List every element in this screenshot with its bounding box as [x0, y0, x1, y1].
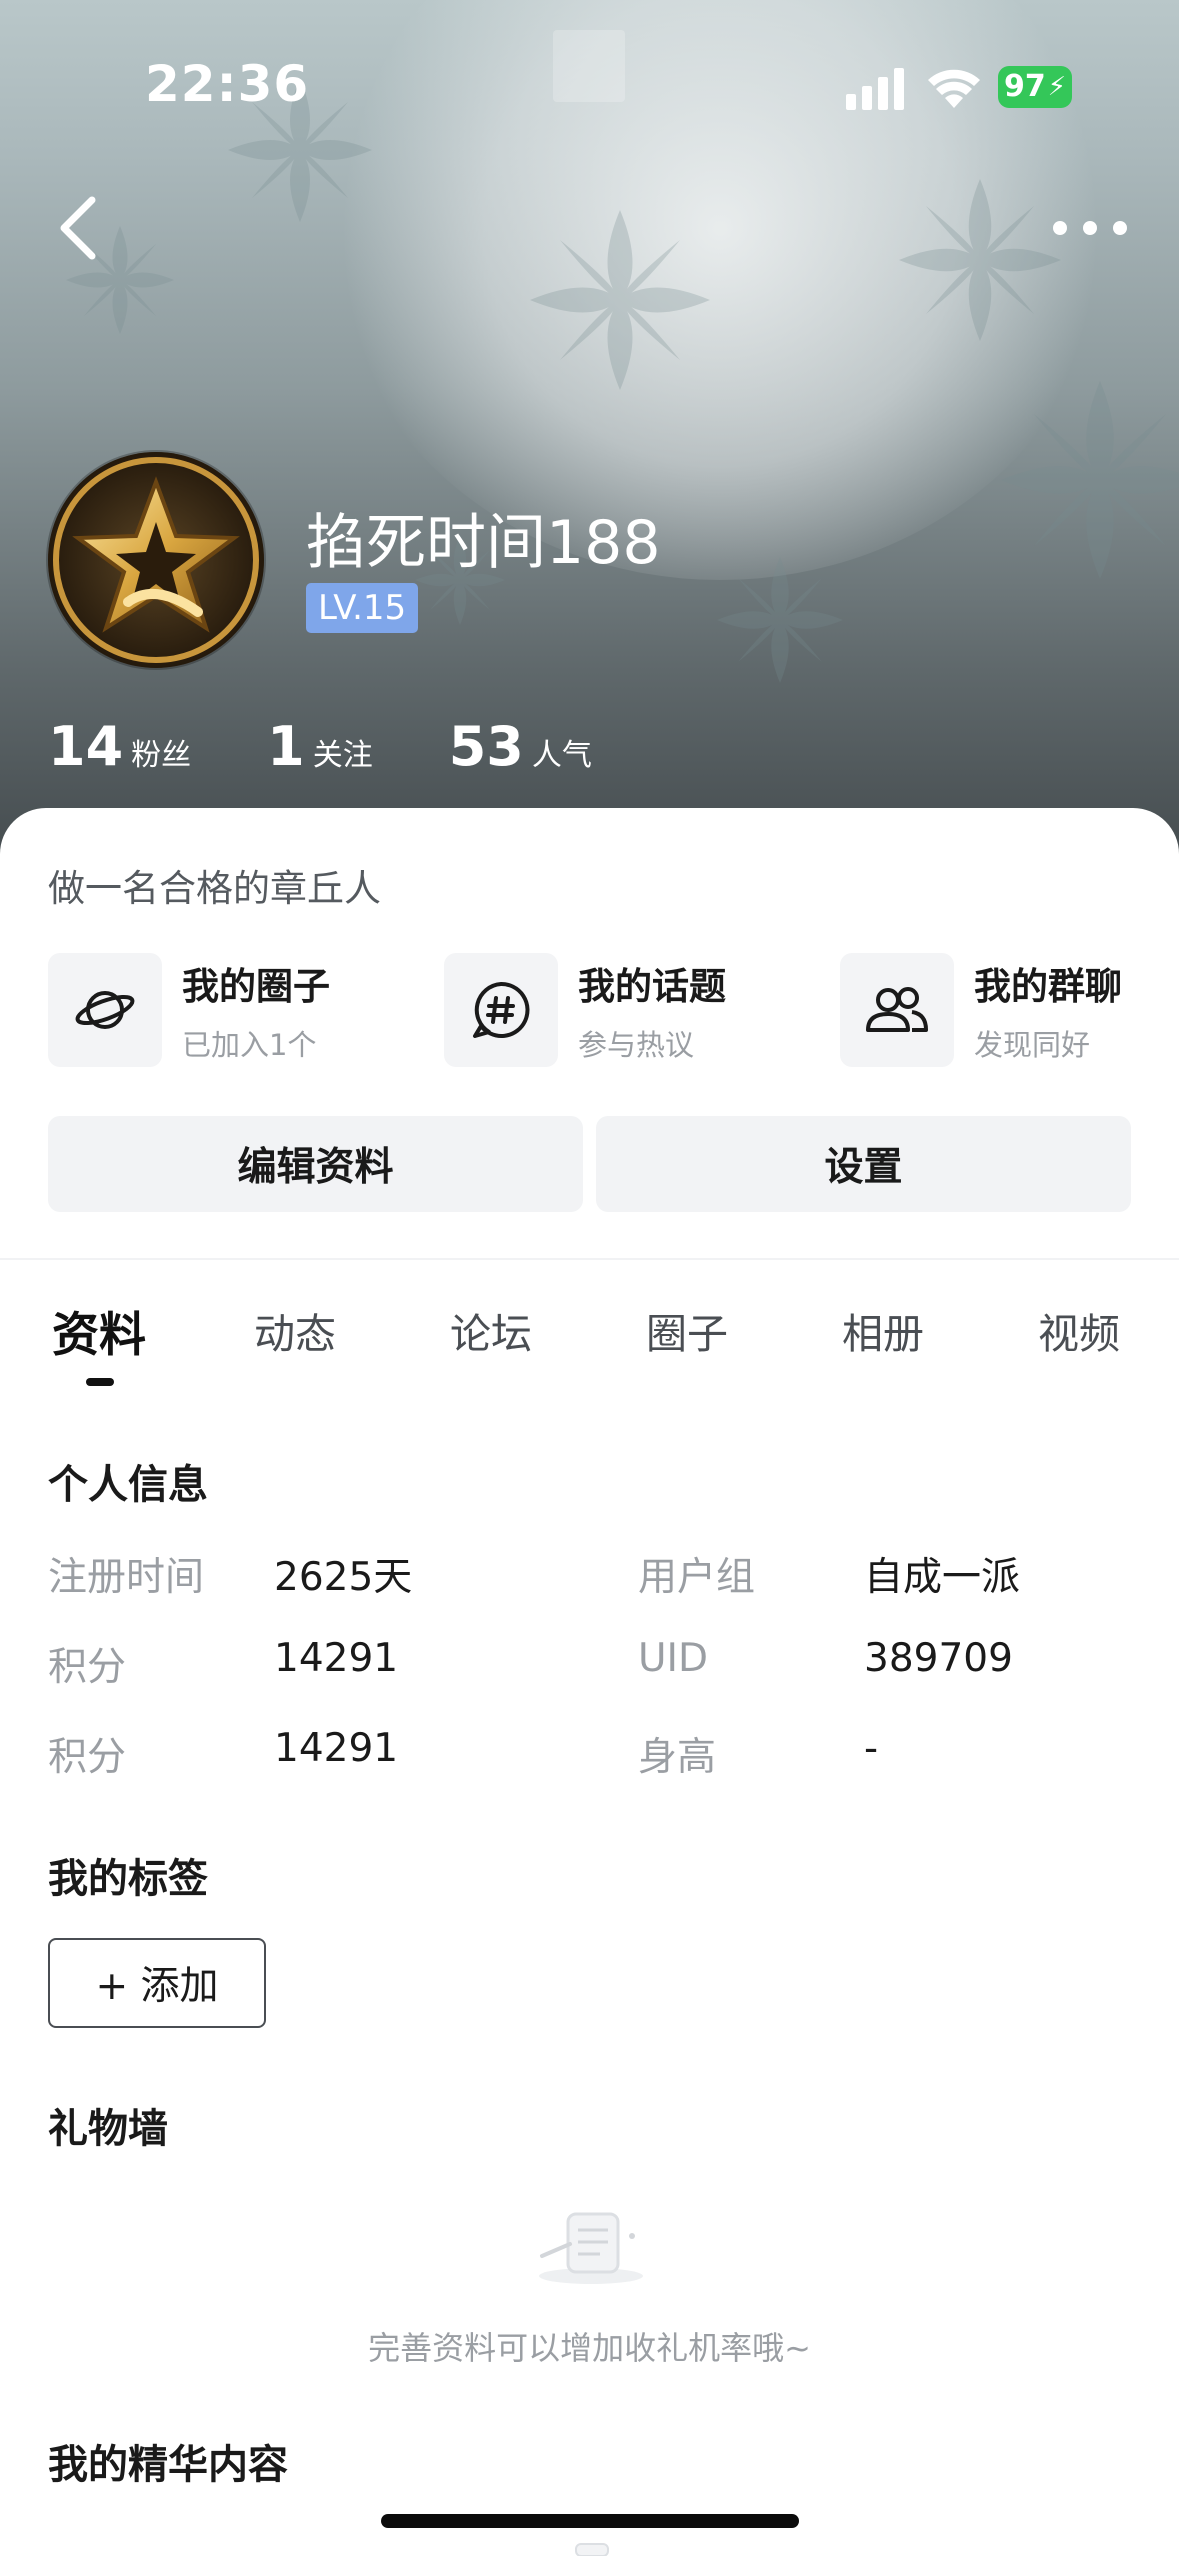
- chevron-left-icon[interactable]: [50, 190, 110, 265]
- battery-level: 97: [1004, 69, 1046, 104]
- stat-fans[interactable]: 14 粉丝: [48, 715, 191, 778]
- info-value: 自成一派: [864, 1555, 1021, 1600]
- tab-activity[interactable]: 动态: [254, 1300, 336, 1360]
- planet-icon: [48, 953, 162, 1067]
- avatar[interactable]: [48, 452, 264, 668]
- info-value: -: [864, 1726, 879, 1771]
- tab-videos[interactable]: 视频: [1038, 1300, 1120, 1360]
- section-divider: [0, 1258, 1179, 1260]
- charging-bolt-icon: ⚡: [1047, 72, 1066, 102]
- status-placeholder-chip: [553, 30, 625, 102]
- info-label: 积分: [48, 1645, 127, 1690]
- profile-stats: 14 粉丝 1 关注 53 人气: [48, 715, 668, 778]
- info-label: 身高: [638, 1735, 717, 1780]
- tab-profile-info[interactable]: 资料: [52, 1296, 146, 1365]
- my-circles-entry[interactable]: 我的圈子 已加入1个: [48, 953, 330, 1067]
- cellular-signal-icon: [846, 68, 904, 110]
- tab-forum[interactable]: 论坛: [450, 1300, 532, 1360]
- edit-profile-button[interactable]: 编辑资料: [48, 1116, 583, 1212]
- feature-title: 我的圈子: [182, 965, 330, 1008]
- info-label: UID: [638, 1636, 709, 1681]
- stat-following[interactable]: 1 关注: [267, 715, 373, 778]
- hashtag-chat-icon: [444, 953, 558, 1067]
- info-label: 用户组: [638, 1555, 756, 1600]
- stat-label: 关注: [312, 738, 373, 773]
- info-label: 注册时间: [48, 1555, 205, 1600]
- info-value: 14291: [274, 1726, 399, 1771]
- group-users-icon: [840, 953, 954, 1067]
- feature-subtitle: 参与热议: [578, 1028, 695, 1062]
- gift-wall-title: 礼物墙: [48, 2106, 168, 2152]
- add-tag-button[interactable]: + 添加: [48, 1938, 266, 2028]
- info-value: 14291: [274, 1636, 399, 1681]
- active-tab-indicator: [86, 1378, 114, 1386]
- stat-popularity[interactable]: 53 人气: [449, 715, 592, 778]
- feature-subtitle: 已加入1个: [182, 1028, 317, 1062]
- profile-tabs: 资料 动态 论坛 圈子 相册 视频: [0, 1300, 1179, 1390]
- battery-indicator: 97 ⚡: [998, 66, 1072, 108]
- stat-number: 14: [48, 715, 124, 778]
- my-tags-title: 我的标签: [48, 1856, 208, 1902]
- status-time: 22:36: [145, 55, 310, 113]
- username: 掐死时间188: [306, 508, 661, 578]
- feature-subtitle: 发现同好: [974, 1028, 1091, 1062]
- feature-title: 我的群聊: [974, 965, 1122, 1008]
- stat-label: 粉丝: [131, 738, 192, 773]
- my-group-chats-entry[interactable]: 我的群聊 发现同好: [840, 953, 1122, 1067]
- gift-wall-empty-text: 完善资料可以增加收礼机率哦~: [368, 2329, 811, 2367]
- level-badge: LV.15: [306, 583, 419, 633]
- wifi-icon: [928, 69, 980, 108]
- settings-button[interactable]: 设置: [596, 1116, 1131, 1212]
- info-value: 2625天: [274, 1555, 413, 1600]
- empty-notebook-icon: [539, 2212, 643, 2284]
- profile-signature: 做一名合格的章丘人: [48, 867, 381, 910]
- feature-title: 我的话题: [578, 965, 726, 1008]
- empty-illustration-partial: [575, 2543, 609, 2556]
- info-value: 389709: [864, 1636, 1013, 1681]
- stat-label: 人气: [531, 738, 592, 773]
- home-indicator[interactable]: [381, 2514, 799, 2528]
- my-topics-entry[interactable]: 我的话题 参与热议: [444, 953, 726, 1067]
- more-dots-icon[interactable]: [1050, 205, 1130, 251]
- star-badge-avatar-image: [48, 452, 264, 668]
- personal-info-title: 个人信息: [48, 1462, 208, 1508]
- tab-albums[interactable]: 相册: [842, 1300, 924, 1360]
- featured-content-title: 我的精华内容: [48, 2442, 288, 2488]
- tab-circles[interactable]: 圈子: [646, 1300, 728, 1360]
- stat-number: 1: [267, 715, 305, 778]
- info-label: 积分: [48, 1735, 127, 1780]
- stat-number: 53: [448, 715, 524, 778]
- profile-content-card: [0, 808, 1179, 2556]
